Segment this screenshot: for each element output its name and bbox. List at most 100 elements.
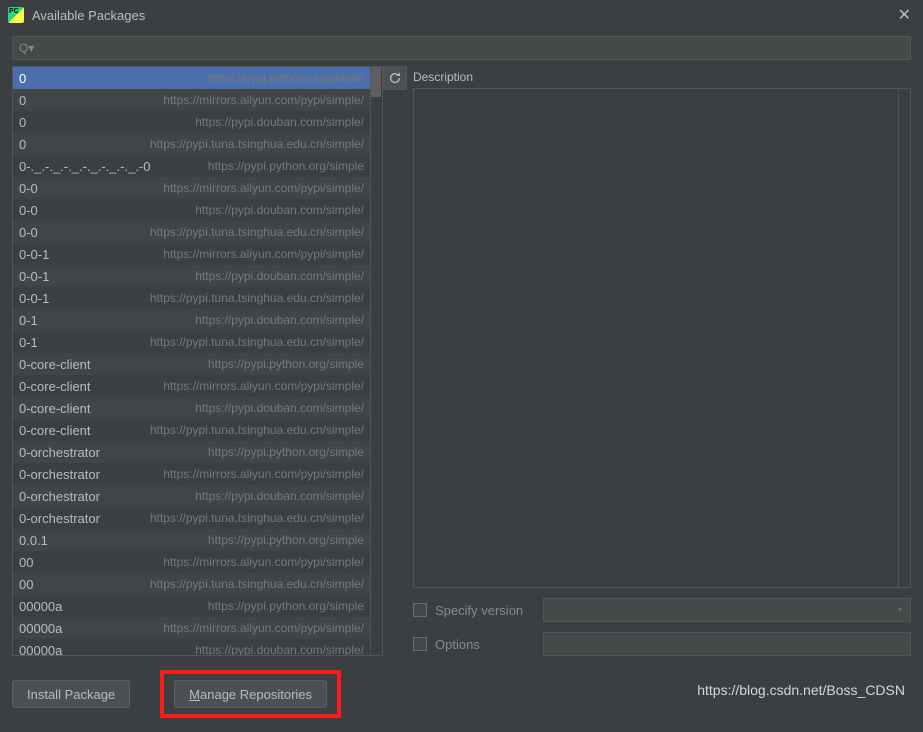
specify-version-label: Specify version: [435, 603, 535, 618]
install-package-button[interactable]: Install Package: [12, 680, 130, 708]
package-name: 00: [19, 555, 33, 570]
package-name: 0-0-1: [19, 269, 49, 284]
package-row[interactable]: 0https://pypi.python.org/simple: [13, 67, 370, 89]
package-row[interactable]: 00000a https://mirrors.aliyun.com/pypi/si…: [13, 617, 370, 639]
window-title: Available Packages: [32, 8, 894, 23]
package-row[interactable]: 00 https://mirrors.aliyun.com/pypi/simple…: [13, 551, 370, 573]
package-row[interactable]: 0 https://pypi.tuna.tsinghua.edu.cn/simpl…: [13, 133, 370, 155]
package-repo: https://pypi.douban.com/simple/: [195, 401, 364, 415]
package-row[interactable]: 0-0 https://pypi.douban.com/simple/: [13, 199, 370, 221]
package-repo: https://mirrors.aliyun.com/pypi/simple/: [163, 621, 364, 635]
description-area: [413, 88, 911, 588]
options-label: Options: [435, 637, 535, 652]
main-content: 0https://pypi.python.org/simple0https://…: [0, 66, 923, 656]
package-repo: https://pypi.python.org/simple: [208, 71, 364, 85]
package-name: 00: [19, 577, 33, 592]
package-name: 0-0-1: [19, 291, 49, 306]
package-row[interactable]: 0-1 https://pypi.tuna.tsinghua.edu.cn/sim…: [13, 331, 370, 353]
titlebar: Available Packages ✕: [0, 0, 923, 30]
specify-version-row: Specify version ▼: [413, 598, 911, 622]
package-repo: https://mirrors.aliyun.com/pypi/simple/: [163, 181, 364, 195]
description-scrollbar[interactable]: [898, 89, 910, 587]
package-list[interactable]: 0https://pypi.python.org/simple0https://…: [12, 66, 371, 656]
package-row[interactable]: 0 https://pypi.douban.com/simple/: [13, 111, 370, 133]
package-repo: https://pypi.douban.com/simple/: [195, 115, 364, 129]
package-row[interactable]: 0-1 https://pypi.douban.com/simple/: [13, 309, 370, 331]
package-row[interactable]: 0-orchestrator https://mirrors.aliyun.com…: [13, 463, 370, 485]
package-repo: https://mirrors.aliyun.com/pypi/simple/: [163, 93, 364, 107]
package-name: 0-0-1: [19, 247, 49, 262]
package-name: 0: [19, 93, 26, 108]
package-row[interactable]: 0-core-clienthttps://mirrors.aliyun.com/…: [13, 375, 370, 397]
watermark: https://blog.csdn.net/Boss_CDSN: [697, 682, 905, 698]
package-repo: https://pypi.tuna.tsinghua.edu.cn/simple…: [150, 291, 364, 305]
package-name: 0-core-client: [19, 423, 91, 438]
package-row[interactable]: 0-._.-._.-._.-._.-._.-._.-0 https://pypi.…: [13, 155, 370, 177]
package-row[interactable]: 00 https://pypi.tuna.tsinghua.edu.cn/simp…: [13, 573, 370, 595]
package-name: 0-1: [19, 335, 38, 350]
package-name: 00000a: [19, 599, 62, 614]
search-bar[interactable]: Q▾: [12, 36, 911, 60]
package-name: 0-orchestrator: [19, 511, 100, 526]
package-name: 0-._.-._.-._.-._.-._.-._.-0: [19, 159, 151, 174]
package-repo: https://mirrors.aliyun.com/pypi/simple/: [163, 247, 364, 261]
package-repo: https://pypi.tuna.tsinghua.edu.cn/simple…: [150, 335, 364, 349]
package-repo: https://pypi.douban.com/simple/: [195, 269, 364, 283]
description-label: Description: [413, 66, 911, 88]
scrollbar-track[interactable]: [371, 66, 383, 656]
package-row[interactable]: 0-0-1 https://pypi.tuna.tsinghua.edu.cn/s…: [13, 287, 370, 309]
package-row[interactable]: 0-orchestrator https://pypi.douban.com/si…: [13, 485, 370, 507]
package-name: 0-core-client: [19, 401, 91, 416]
package-repo: https://pypi.tuna.tsinghua.edu.cn/simple…: [150, 137, 364, 151]
package-row[interactable]: 0-0-1 https://mirrors.aliyun.com/pypi/sim…: [13, 243, 370, 265]
package-name: 00000a: [19, 621, 62, 636]
package-name: 0-0: [19, 181, 38, 196]
search-input[interactable]: [38, 41, 904, 56]
close-icon[interactable]: ✕: [894, 5, 915, 25]
package-repo: https://pypi.douban.com/simple/: [195, 489, 364, 503]
package-row[interactable]: 0-0 https://mirrors.aliyun.com/pypi/simpl…: [13, 177, 370, 199]
highlight-annotation: Manage Repositories: [160, 670, 341, 718]
package-repo: https://pypi.python.org/simple: [208, 599, 364, 613]
package-row[interactable]: 0.0.1https://pypi.python.org/simple: [13, 529, 370, 551]
chevron-down-icon: ▼: [896, 606, 904, 615]
package-row[interactable]: 0-orchestratorhttps://pypi.tuna.tsinghua…: [13, 507, 370, 529]
package-row[interactable]: 0-core-clienthttps://pypi.python.org/sim…: [13, 353, 370, 375]
package-row[interactable]: 0 https://mirrors.aliyun.com/pypi/simple/: [13, 89, 370, 111]
package-name: 00000a: [19, 643, 62, 657]
package-name: 0-1: [19, 313, 38, 328]
package-row[interactable]: 0-core-clienthttps://pypi.tuna.tsinghua.…: [13, 419, 370, 441]
package-name: 0-core-client: [19, 357, 91, 372]
package-repo: https://pypi.python.org/simple: [208, 445, 364, 459]
package-repo: https://pypi.douban.com/simple/: [195, 203, 364, 217]
package-name: 0-orchestrator: [19, 489, 100, 504]
version-select[interactable]: ▼: [543, 598, 911, 622]
package-repo: https://pypi.python.org/simple: [208, 533, 364, 547]
package-row[interactable]: 0-0-1 https://pypi.douban.com/simple/: [13, 265, 370, 287]
options-input[interactable]: [543, 632, 911, 656]
package-name: 0-orchestrator: [19, 467, 100, 482]
specify-version-checkbox[interactable]: [413, 603, 427, 617]
package-repo: https://mirrors.aliyun.com/pypi/simple/: [163, 467, 364, 481]
package-name: 0-0: [19, 203, 38, 218]
package-repo: https://pypi.douban.com/simple/: [195, 313, 364, 327]
manage-repositories-button[interactable]: Manage Repositories: [174, 680, 327, 708]
reload-button[interactable]: [383, 66, 407, 90]
package-row[interactable]: 00000a https://pypi.python.org/simple: [13, 595, 370, 617]
scrollbar-thumb[interactable]: [371, 67, 381, 97]
right-panel: Description Specify version ▼ Options: [413, 66, 911, 656]
package-row[interactable]: 0-orchestratorhttps://pypi.python.org/si…: [13, 441, 370, 463]
reload-icon: [388, 71, 402, 85]
package-repo: https://pypi.tuna.tsinghua.edu.cn/simple…: [150, 225, 364, 239]
package-row[interactable]: 0-core-client https://pypi.douban.com/sim…: [13, 397, 370, 419]
package-repo: https://pypi.python.org/simple: [208, 159, 364, 173]
package-row[interactable]: 0-0 https://pypi.tuna.tsinghua.edu.cn/sim…: [13, 221, 370, 243]
options-checkbox[interactable]: [413, 637, 427, 651]
package-name: 0: [19, 137, 26, 152]
package-name: 0-0: [19, 225, 38, 240]
package-name: 0: [19, 115, 26, 130]
package-name: 0-core-client: [19, 379, 91, 394]
package-repo: https://pypi.tuna.tsinghua.edu.cn/simple…: [150, 577, 364, 591]
package-row[interactable]: 00000ahttps://pypi.douban.com/simple/: [13, 639, 370, 656]
package-repo: https://mirrors.aliyun.com/pypi/simple/: [163, 555, 364, 569]
